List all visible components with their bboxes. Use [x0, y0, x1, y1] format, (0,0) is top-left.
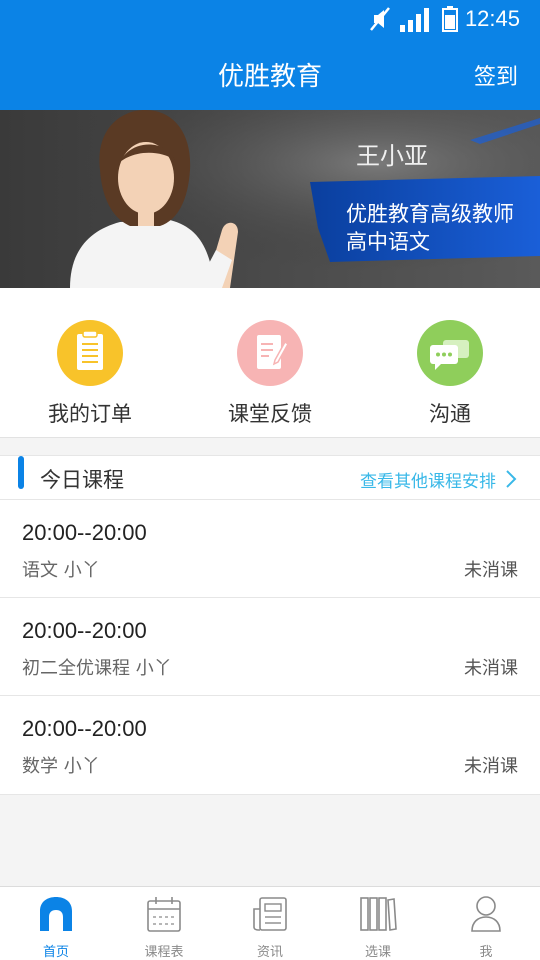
quick-actions: 我的订单 课堂反馈 沟通	[0, 288, 540, 438]
sign-in-button[interactable]: 签到	[474, 59, 518, 91]
class-feedback-label: 课堂反馈	[228, 402, 312, 426]
course-time: 20:00--20:00	[22, 716, 147, 741]
course-time: 20:00--20:00	[22, 520, 147, 545]
course-info: 语文 小丫	[22, 560, 100, 581]
tab-course-selection[interactable]: 选课	[324, 895, 432, 960]
tab-news[interactable]: 资讯	[216, 895, 324, 960]
course-info: 初二全优课程 小丫	[22, 658, 172, 679]
mute-icon	[370, 7, 390, 31]
bottom-tab-bar: 首页 课程表 资讯 选课 我	[0, 886, 540, 960]
course-status: 未消课	[464, 560, 518, 581]
calendar-icon	[147, 897, 181, 932]
status-bar: 12:45	[0, 0, 540, 40]
page-title: 优胜教育	[217, 62, 322, 92]
course-row[interactable]: 20:00--20:00 语文 小丫 未消课	[0, 500, 540, 598]
course-row[interactable]: 20:00--20:00 初二全优课程 小丫 未消课	[0, 598, 540, 696]
my-orders-label: 我的订单	[48, 402, 132, 426]
tab-me-label: 我	[479, 945, 493, 960]
home-icon	[40, 897, 72, 931]
tab-schedule-label: 课程表	[144, 945, 184, 960]
battery-icon	[442, 6, 458, 32]
app-bar: 优胜教育 签到	[0, 40, 540, 110]
course-info: 数学 小丫	[22, 756, 100, 777]
chat-icon	[417, 320, 483, 386]
teacher-subject: 高中语文	[346, 230, 430, 254]
course-status: 未消课	[464, 658, 518, 679]
status-time: 12:45	[464, 6, 520, 31]
order-icon	[57, 320, 123, 386]
tab-schedule[interactable]: 课程表	[110, 895, 218, 960]
feedback-icon	[237, 320, 303, 386]
course-time: 20:00--20:00	[22, 618, 147, 643]
communication-label: 沟通	[429, 402, 471, 426]
class-feedback-button[interactable]: 课堂反馈	[180, 320, 360, 428]
books-icon	[360, 897, 397, 931]
tab-news-label: 资讯	[256, 945, 283, 960]
section-header: 今日课程 查看其他课程安排	[0, 456, 540, 500]
tab-course-selection-label: 选课	[364, 945, 391, 960]
section-accent	[18, 456, 24, 489]
my-orders-button[interactable]: 我的订单	[0, 320, 180, 428]
tab-me[interactable]: 我	[432, 895, 540, 960]
teacher-banner[interactable]: 王小亚 优胜教育高级教师 高中语文	[0, 110, 540, 288]
communication-button[interactable]: 沟通	[360, 320, 540, 428]
teacher-name: 王小亚	[356, 142, 428, 170]
profile-icon	[471, 896, 501, 932]
tab-home[interactable]: 首页	[2, 895, 110, 960]
teacher-title: 优胜教育高级教师	[346, 202, 514, 226]
section-title: 今日课程	[40, 468, 124, 492]
course-row[interactable]: 20:00--20:00 数学 小丫 未消课	[0, 696, 540, 794]
today-courses: 今日课程 查看其他课程安排 20:00--20:00 语文 小丫 未消课 20:…	[0, 455, 540, 795]
chevron-right-icon[interactable]	[504, 469, 518, 489]
tab-home-label: 首页	[42, 945, 69, 960]
signal-icon	[400, 8, 429, 32]
course-status: 未消课	[464, 756, 518, 777]
view-other-schedule-link[interactable]: 查看其他课程安排	[360, 467, 496, 492]
news-icon	[253, 897, 287, 931]
